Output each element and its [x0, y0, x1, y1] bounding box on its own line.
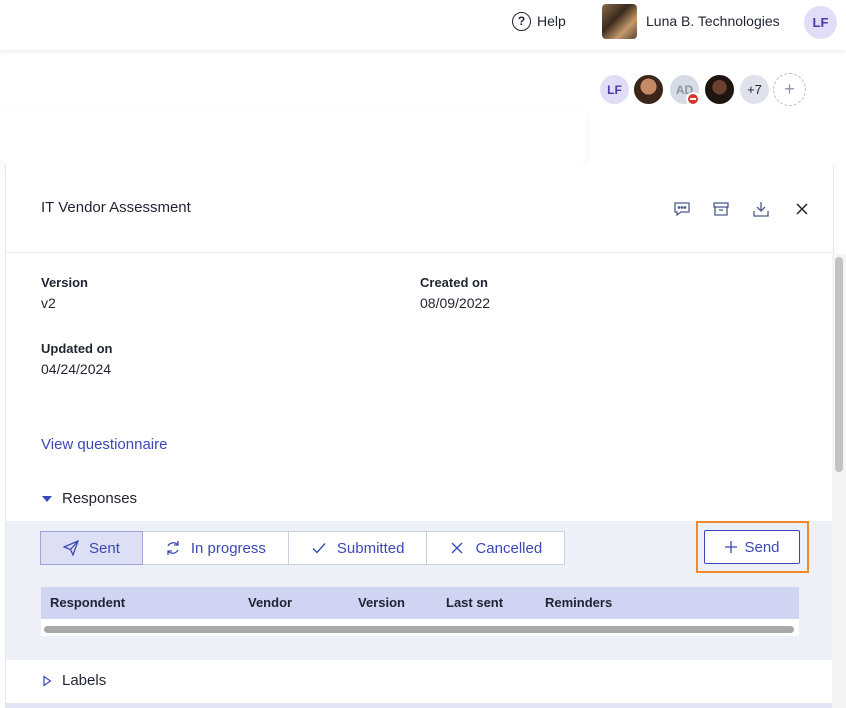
created-label: Created on: [420, 275, 488, 290]
collaborator-avatar[interactable]: [703, 73, 736, 106]
version-label: Version: [41, 275, 88, 290]
archive-icon[interactable]: [712, 200, 730, 218]
question-circle-icon: ?: [512, 11, 531, 31]
org-name: Luna B. Technologies: [646, 12, 780, 29]
close-icon[interactable]: [793, 200, 811, 218]
column-header-reminders[interactable]: Reminders: [545, 595, 612, 610]
tab-sent[interactable]: Sent: [40, 531, 143, 565]
panel-header: IT Vendor Assessment: [6, 164, 835, 253]
panel-vertical-scrollbar[interactable]: [832, 254, 846, 708]
created-value: 08/09/2022: [420, 295, 491, 311]
scrollbar-thumb[interactable]: [44, 626, 794, 633]
responses-label: Responses: [62, 490, 138, 507]
updated-label: Updated on: [41, 341, 113, 356]
view-questionnaire-link[interactable]: View questionnaire: [41, 436, 167, 453]
panel-bottom-bar: [6, 703, 835, 708]
responses-table-header: Respondent Vendor Version Last sent Remi…: [41, 587, 799, 619]
tab-label: Sent: [89, 539, 120, 557]
send-label: Send: [744, 538, 780, 556]
collaborator-avatar[interactable]: [632, 73, 665, 106]
org-switcher[interactable]: Luna B. Technologies: [602, 4, 780, 39]
version-value: v2: [41, 295, 56, 311]
labels-label: Labels: [62, 672, 107, 689]
responses-toggle[interactable]: Responses: [41, 490, 137, 507]
tab-label: Cancelled: [475, 539, 543, 557]
comment-icon[interactable]: [673, 200, 691, 218]
column-header-respondent[interactable]: Respondent: [50, 595, 125, 610]
column-header-last-sent[interactable]: Last sent: [446, 595, 503, 610]
plus-icon: [725, 541, 738, 553]
panel-title: IT Vendor Assessment: [41, 199, 191, 216]
column-header-vendor[interactable]: Vendor: [248, 595, 292, 610]
paper-plane-icon: [63, 540, 79, 556]
blocked-status-icon: [686, 92, 700, 106]
labels-toggle[interactable]: Labels: [41, 672, 106, 689]
background-card: [0, 110, 586, 166]
user-avatar[interactable]: LF: [804, 6, 837, 39]
tab-label: Submitted: [336, 539, 405, 557]
x-icon: [451, 542, 463, 554]
tab-cancelled[interactable]: Cancelled: [426, 531, 566, 565]
help-button[interactable]: ? Help: [512, 11, 566, 31]
help-label: Help: [537, 13, 566, 29]
assessment-panel: IT Vendor Assessment Version v2 Created …: [5, 164, 835, 708]
column-header-version[interactable]: Version: [358, 595, 405, 610]
caret-right-icon: [43, 674, 52, 687]
scrollbar-thumb[interactable]: [835, 257, 843, 472]
updated-value: 04/24/2024: [41, 361, 112, 377]
send-button[interactable]: Send: [704, 530, 800, 564]
collaborator-avatar[interactable]: LF: [598, 73, 631, 106]
tab-submitted[interactable]: Submitted: [287, 531, 428, 565]
top-bar: ? Help Luna B. Technologies LF: [0, 0, 846, 50]
add-collaborator-button[interactable]: +: [773, 73, 806, 106]
refresh-icon: [167, 541, 179, 555]
responses-section: Sent In progress Submitted Cancelled Sen…: [6, 521, 835, 660]
table-horizontal-scrollbar[interactable]: [41, 619, 799, 636]
tab-label: In progress: [190, 539, 266, 557]
response-status-tabs: Sent In progress Submitted Cancelled: [40, 531, 566, 565]
more-collaborators-button[interactable]: +7: [738, 73, 771, 106]
org-logo: [602, 4, 637, 39]
tab-in-progress[interactable]: In progress: [141, 531, 289, 565]
check-icon: [312, 543, 326, 554]
caret-down-icon: [42, 495, 52, 502]
download-icon[interactable]: [752, 200, 770, 218]
